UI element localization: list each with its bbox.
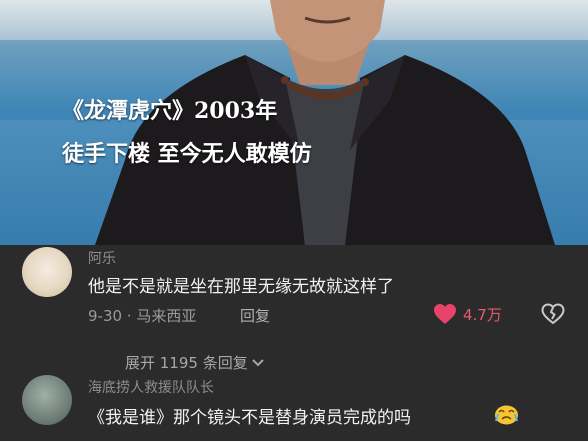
like-button[interactable]: 4.7万	[433, 303, 502, 325]
comment-meta: 9-30 · 马来西亚	[88, 307, 197, 325]
dislike-button[interactable]	[541, 303, 565, 329]
comment-text: 《我是谁》那个镜头不是替身演员完成的吗	[88, 408, 411, 428]
expand-replies-button[interactable]: 展开 1195 条回复	[125, 352, 265, 373]
comment-text: 他是不是就是坐在那里无缘无故就这样了	[88, 277, 394, 297]
comment-section: 阿乐 他是不是就是坐在那里无缘无故就这样了 9-30 · 马来西亚 回复 4.7…	[0, 245, 588, 441]
video-caption-subtitle: 徒手下楼 至今无人敢模仿	[62, 142, 312, 167]
comment-username[interactable]: 阿乐	[88, 248, 116, 268]
reply-button[interactable]: 回复	[240, 305, 270, 326]
avatar[interactable]	[22, 375, 72, 425]
comment-username[interactable]: 海底捞人救援队队长	[88, 377, 214, 397]
video-frame[interactable]: 《龙潭虎穴》2003年 徒手下楼 至今无人敢模仿	[0, 0, 588, 245]
expand-replies-label: 展开 1195 条回复	[125, 354, 248, 372]
crying-emoji-icon	[495, 405, 518, 425]
broken-heart-icon	[541, 303, 565, 325]
like-count: 4.7万	[463, 305, 502, 324]
avatar[interactable]	[22, 247, 72, 297]
video-caption-title: 《龙潭虎穴》2003年	[62, 98, 278, 124]
chevron-down-icon	[252, 358, 264, 366]
heart-icon	[434, 304, 456, 324]
